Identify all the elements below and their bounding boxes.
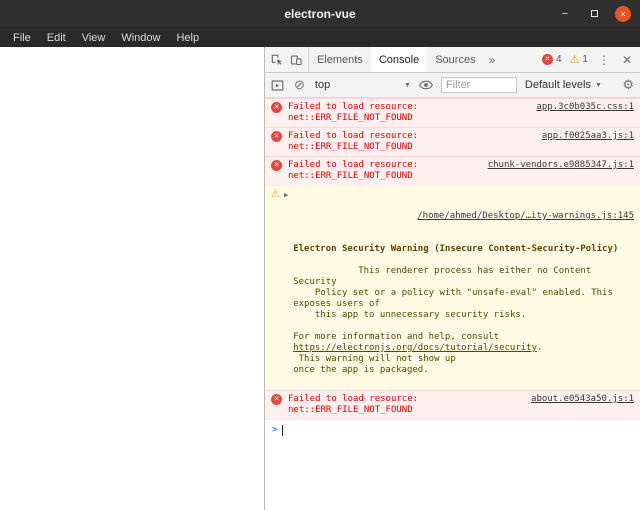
error-icon: ✕ (271, 394, 282, 405)
tab-console[interactable]: Console (371, 47, 427, 72)
error-icon: ✕ (271, 160, 282, 171)
app-window: electron-vue − × File Edit View Window H… (0, 0, 640, 510)
source-link[interactable]: /home/ahmed/Desktop/…ity-warnings.js:145 (417, 211, 634, 221)
expand-arrow-icon[interactable]: ▶ (284, 190, 288, 201)
warning-title: Electron Security Warning (Insecure Cont… (293, 244, 634, 255)
console-warning-row: ⚠ ▶ /home/ahmed/Desktop/…ity-warnings.js… (265, 185, 640, 390)
devtools-status-badges: ✕ 4 ⚠ 1 ⋮ ✕ (542, 47, 640, 72)
log-levels-value: Default levels (525, 79, 591, 91)
error-icon: ✕ (271, 131, 282, 142)
source-link[interactable]: about.e0543a50.js:1 (531, 394, 634, 405)
menu-window[interactable]: Window (113, 32, 168, 44)
eye-icon[interactable] (419, 80, 433, 90)
security-doc-link[interactable]: https://electronjs.org/docs/tutorial/sec… (293, 343, 537, 353)
menu-edit[interactable]: Edit (39, 32, 74, 44)
devtools-menu-button[interactable]: ⋮ (596, 53, 612, 67)
devtools-close-button[interactable]: ✕ (620, 53, 634, 67)
console-settings-gear-icon[interactable]: ⚙ (622, 78, 634, 93)
maximize-icon (591, 10, 598, 17)
javascript-context-select[interactable]: top ▼ (315, 79, 411, 91)
error-count-badge[interactable]: ✕ 4 (542, 54, 562, 65)
devtools-main-icons (265, 47, 309, 72)
titlebar: electron-vue − × (0, 0, 640, 28)
error-icon: ✕ (542, 54, 553, 65)
warning-message: /home/ahmed/Desktop/…ity-warnings.js:145… (293, 189, 634, 387)
tab-sources[interactable]: Sources (427, 47, 483, 72)
error-message-text: Failed to load resource: net::ERR_FILE_N… (288, 131, 534, 153)
log-levels-select[interactable]: Default levels ▼ (525, 79, 602, 91)
app-page-blank (0, 47, 265, 510)
console-error-row: ✕ Failed to load resource: net::ERR_FILE… (265, 98, 640, 127)
window-content: Elements Console Sources » ✕ 4 ⚠ 1 ⋮ ✕ (0, 47, 640, 510)
console-error-row: ✕ Failed to load resource: net::ERR_FILE… (265, 156, 640, 185)
close-button[interactable]: × (615, 6, 631, 22)
devtools-panel: Elements Console Sources » ✕ 4 ⚠ 1 ⋮ ✕ (265, 47, 640, 510)
source-link[interactable]: chunk-vendors.e9885347.js:1 (488, 160, 634, 171)
warning-count: 1 (582, 54, 588, 65)
menubar: File Edit View Window Help (0, 28, 640, 47)
filter-input[interactable] (441, 77, 517, 93)
source-link[interactable]: app.f0025aa3.js:1 (542, 131, 634, 142)
inspect-element-icon[interactable] (271, 54, 283, 66)
minimize-button[interactable]: − (557, 6, 573, 22)
menu-help[interactable]: Help (168, 32, 207, 44)
chevron-down-icon: ▼ (595, 82, 602, 89)
warning-body: This renderer process has either no Cont… (293, 266, 618, 342)
error-message-text: Failed to load resource: net::ERR_FILE_N… (288, 160, 480, 182)
source-link[interactable]: app.3c0b035c.css:1 (536, 102, 634, 113)
text-cursor (282, 425, 283, 436)
devtools-tabbar: Elements Console Sources » ✕ 4 ⚠ 1 ⋮ ✕ (265, 47, 640, 73)
tab-elements[interactable]: Elements (309, 47, 371, 72)
window-title: electron-vue (0, 7, 640, 21)
context-value: top (315, 79, 330, 91)
menu-file[interactable]: File (5, 32, 39, 44)
error-message-text: Failed to load resource: net::ERR_FILE_N… (288, 102, 528, 124)
chevron-down-icon: ▼ (404, 82, 411, 89)
clear-console-icon[interactable]: ⊘ (292, 77, 307, 93)
console-error-row: ✕ Failed to load resource: net::ERR_FILE… (265, 127, 640, 156)
error-message-text: Failed to load resource: net::ERR_FILE_N… (288, 394, 523, 416)
warning-icon: ⚠ (271, 189, 280, 200)
error-count: 4 (556, 54, 562, 65)
console-sidebar-icon[interactable] (271, 79, 284, 92)
menu-view[interactable]: View (74, 32, 114, 44)
console-log-area: ✕ Failed to load resource: net::ERR_FILE… (265, 98, 640, 510)
console-toolbar: ⊘ top ▼ Default levels ▼ ⚙ (265, 73, 640, 98)
maximize-button[interactable] (586, 6, 602, 22)
console-input[interactable]: > (265, 419, 640, 441)
more-tabs-button[interactable]: » (484, 47, 501, 72)
warning-icon: ⚠ (570, 54, 580, 65)
error-icon: ✕ (271, 102, 282, 113)
console-error-row: ✕ Failed to load resource: net::ERR_FILE… (265, 390, 640, 419)
prompt-chevron-icon: > (272, 425, 277, 436)
window-controls: − × (557, 6, 640, 22)
device-toolbar-icon[interactable] (290, 54, 302, 66)
warning-count-badge[interactable]: ⚠ 1 (570, 54, 588, 65)
